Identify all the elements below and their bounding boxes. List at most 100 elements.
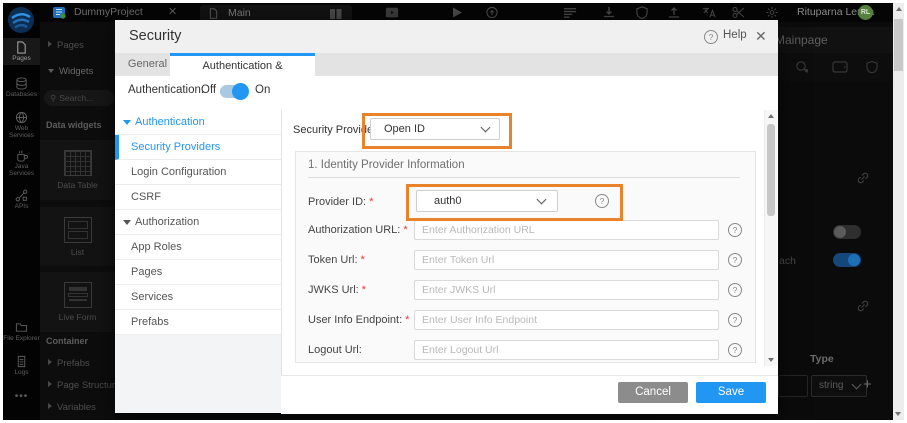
widget-tile-data-table[interactable]: Data Table [40, 140, 115, 204]
pull-download-icon[interactable] [602, 6, 616, 19]
pages-icon [17, 41, 26, 54]
nav-header-authentication[interactable]: Authentication [115, 110, 281, 135]
panel-section-prefabs[interactable]: Prefabs [40, 354, 115, 374]
tab-general[interactable]: General [125, 53, 170, 76]
nav-item-login-configuration[interactable]: Login Configuration [115, 160, 281, 185]
help-icon[interactable]: ? [728, 253, 742, 267]
help-icon[interactable]: ? [728, 313, 742, 327]
token-url-input[interactable] [414, 250, 719, 270]
help-icon[interactable]: ? [728, 283, 742, 297]
nav-header-authorization[interactable]: Authorization [115, 210, 281, 235]
rail-item-file-explorer[interactable]: File Explorer [3, 318, 40, 349]
panel-section-pages[interactable]: Pages [40, 36, 115, 56]
dialog-title: Security [129, 28, 182, 44]
rail-item-web-services[interactable]: Web Services [3, 108, 40, 139]
nav-item-csrf[interactable]: CSRF [115, 185, 281, 210]
toggle-on[interactable] [833, 253, 861, 267]
settings-gear-icon[interactable] [765, 6, 779, 19]
nav-item-prefabs[interactable]: Prefabs [115, 310, 281, 335]
section-label: Widgets [59, 66, 94, 77]
widget-tile-list[interactable]: List [40, 207, 115, 270]
scroll-down-icon[interactable] [768, 358, 774, 362]
deploy-cloud-icon[interactable] [485, 6, 499, 19]
panel-section-variables[interactable]: Variables [40, 398, 115, 418]
help-icon[interactable]: ? [728, 343, 742, 357]
menu-list-icon[interactable] [563, 6, 577, 19]
nav-item-services[interactable]: Services [115, 285, 281, 310]
rail-item-label: File Explorer [3, 335, 40, 342]
rail-item-apis[interactable]: APIs [3, 186, 40, 215]
rail-item-logs[interactable]: Logs [3, 352, 40, 381]
locate-icon[interactable] [795, 60, 810, 74]
bind-link-icon[interactable] [856, 299, 870, 313]
user-info-endpoint-label: User Info Endpoint: * [308, 314, 410, 326]
push-upload-icon[interactable] [667, 6, 681, 19]
dialog-header: Security ? Help ✕ [115, 20, 778, 54]
more-icon[interactable]: ••• [3, 391, 40, 402]
required-marker: * [369, 196, 374, 208]
tile-label: List [70, 247, 85, 257]
widgets-panel: Pages Widgets ⚲ Search... Data widgets Da… [40, 22, 115, 420]
jwks-url-input[interactable] [414, 280, 719, 300]
scroll-up-icon[interactable] [768, 114, 774, 118]
scroll-up-icon[interactable] [895, 7, 902, 11]
scrollbar-thumb[interactable] [767, 124, 775, 216]
panel-section-widgets[interactable]: Widgets [40, 62, 115, 82]
nav-item-security-providers[interactable]: Security Providers [115, 135, 281, 160]
wavemaker-logo-icon[interactable] [6, 5, 36, 35]
run-icon[interactable] [450, 6, 464, 19]
authentication-toggle[interactable] [220, 83, 249, 100]
shield-icon[interactable] [866, 60, 878, 74]
cancel-button[interactable]: Cancel [618, 382, 688, 403]
on-label: On [255, 84, 271, 96]
caret-down-icon [123, 220, 131, 225]
translate-icon[interactable] [702, 6, 716, 19]
logout-url-input[interactable] [414, 340, 719, 360]
bind-link-icon[interactable] [856, 171, 870, 185]
app-scrollbar[interactable] [893, 3, 904, 420]
rail-item-label: APIs [14, 203, 29, 210]
chevron-right-icon [48, 381, 52, 387]
authentication-toggle-row: Authentication: Off On [115, 76, 778, 106]
scroll-down-icon[interactable] [895, 412, 901, 416]
rail-item-databases[interactable]: Databases [3, 74, 40, 101]
provider-id-label: Provider ID: * [308, 196, 374, 208]
web-services-icon [15, 111, 28, 124]
save-button[interactable]: Save [696, 382, 766, 403]
security-shield-icon[interactable] [635, 6, 649, 19]
panel-section-page-structure[interactable]: Page Structure [40, 376, 115, 396]
token-url-label: Token Url: * [308, 254, 365, 266]
group-container: Container [46, 336, 89, 346]
widget-search-input[interactable]: ⚲ Search... [44, 90, 114, 106]
device-icon[interactable] [832, 61, 848, 73]
nav-item-pages[interactable]: Pages [115, 260, 281, 285]
type-select[interactable]: string [811, 375, 867, 397]
chevron-right-icon [48, 41, 52, 47]
scrollbar-thumb[interactable] [894, 19, 903, 71]
authentication-label: Authentication: [128, 84, 205, 96]
help-icon[interactable]: ? [704, 30, 718, 44]
add-param-button[interactable]: + [863, 376, 872, 393]
nav-item-app-roles[interactable]: App Roles [115, 235, 281, 260]
help-link[interactable]: Help [723, 29, 747, 41]
project-icon [53, 7, 66, 19]
user-info-endpoint-input[interactable] [414, 310, 719, 330]
tab-authentication-authorization[interactable]: Authentication & Authorization [170, 53, 315, 92]
tile-label: Data Table [57, 180, 98, 190]
close-icon[interactable]: ✕ [755, 20, 767, 53]
left-icon-rail: Pages Databases Web Services Java Servic… [3, 3, 40, 420]
rail-item-label: Java Services [9, 163, 34, 177]
preview-icon[interactable] [385, 6, 399, 19]
rail-item-pages[interactable]: Pages [3, 38, 40, 65]
help-icon[interactable]: ? [728, 223, 742, 237]
widget-tile-live-form[interactable]: Live Form [40, 272, 115, 336]
toggle-off[interactable] [833, 225, 861, 239]
user-avatar[interactable]: RL [858, 5, 873, 20]
rail-item-java-services[interactable]: Java Services [3, 146, 40, 177]
authorization-url-input[interactable] [414, 220, 719, 240]
logs-icon [17, 355, 26, 368]
dialog-scrollbar[interactable] [764, 110, 777, 366]
snippet-scissors-icon[interactable] [732, 6, 746, 19]
param-name-input[interactable] [778, 375, 808, 397]
type-select-value: string [819, 380, 844, 391]
